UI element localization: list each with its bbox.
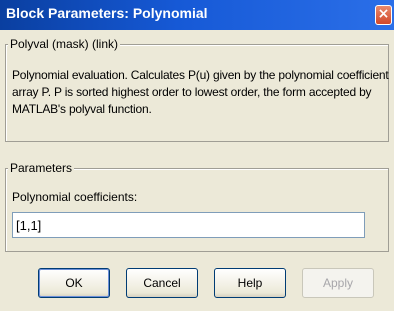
help-button[interactable]: Help [214,268,286,298]
description-group: Polyval (mask) (link) Polynomial evaluat… [5,37,389,142]
window-title: Block Parameters: Polynomial [6,5,208,21]
polynomial-coefficients-label: Polynomial coefficients: [12,190,138,204]
parameters-group-legend: Parameters [8,161,75,175]
block-description: Polynomial evaluation. Calculates P(u) g… [12,68,389,116]
ok-button[interactable]: OK [38,268,110,298]
block-parameters-dialog: Block Parameters: Polynomial × Polyval (… [0,0,394,311]
close-icon[interactable]: × [375,5,392,25]
polynomial-coefficients-input[interactable] [12,212,365,238]
description-group-legend: Polyval (mask) (link) [8,37,121,51]
parameters-group: Parameters Polynomial coefficients: [5,161,389,252]
apply-button: Apply [302,268,374,298]
title-bar[interactable]: Block Parameters: Polynomial × [0,0,394,30]
cancel-button[interactable]: Cancel [126,268,198,298]
